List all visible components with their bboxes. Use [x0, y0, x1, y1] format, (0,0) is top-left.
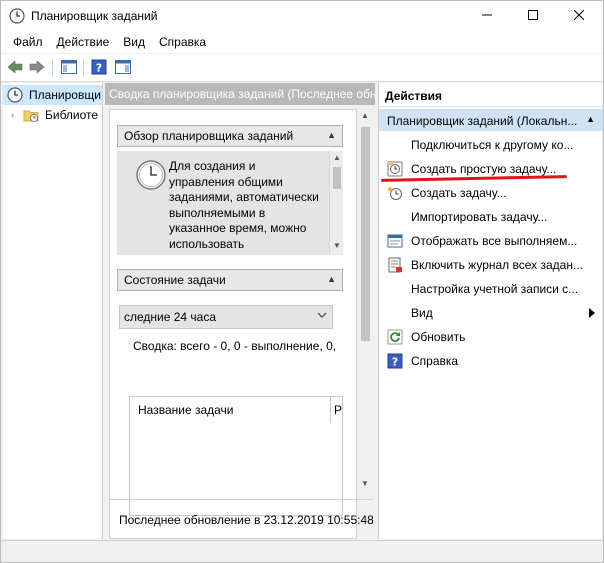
- window-title: Планировщик заданий: [31, 9, 158, 23]
- console-tree: Планировщи › Библиоте: [3, 83, 103, 539]
- actions-group-title: Планировщик заданий (Локальн...: [387, 114, 578, 128]
- scroll-thumb[interactable]: [361, 127, 370, 341]
- period-dropdown-value: следние 24 часа: [124, 310, 217, 324]
- action-connect-to-another-computer[interactable]: Подключиться к другому ко...: [379, 133, 603, 157]
- clock-icon: [135, 159, 167, 194]
- help-icon: ?: [91, 59, 107, 78]
- show-hide-console-tree-button[interactable]: [59, 58, 79, 78]
- action-help[interactable]: ? Справка: [379, 349, 603, 373]
- scroll-thumb[interactable]: [333, 167, 341, 189]
- tree-item-library[interactable]: › Библиоте: [3, 105, 98, 125]
- close-icon: [573, 9, 585, 23]
- scroll-down-icon[interactable]: ▼: [361, 479, 369, 488]
- minimize-icon: [482, 9, 492, 23]
- action-label: Создать задачу...: [411, 186, 507, 200]
- action-refresh[interactable]: Обновить: [379, 325, 603, 349]
- svg-text:?: ?: [392, 356, 398, 369]
- toolbar-separator: [83, 59, 84, 77]
- forward-button[interactable]: [27, 58, 47, 78]
- action-at-service-account-configuration[interactable]: Настройка учетной записи с...: [379, 277, 603, 301]
- last-refresh-label: Последнее обновление в 23.12.2019 10:55:…: [119, 513, 374, 527]
- back-button[interactable]: [5, 58, 25, 78]
- actions-pane-title: Действия: [379, 83, 603, 107]
- menu-bar: Файл Действие Вид Справка: [1, 31, 603, 53]
- task-status-section-header[interactable]: Состояние задачи ▲: [117, 269, 343, 291]
- close-button[interactable]: [556, 1, 602, 31]
- chevron-down-icon: [316, 309, 328, 324]
- menu-help[interactable]: Справка: [153, 35, 212, 49]
- action-view[interactable]: Вид: [379, 301, 603, 325]
- tree-item-task-scheduler[interactable]: Планировщи: [3, 85, 102, 105]
- folder-clock-icon: [23, 107, 39, 123]
- action-label: Включить журнал всех задан...: [411, 258, 583, 272]
- overview-description: Для создания и управления общими задания…: [169, 159, 319, 251]
- show-hide-action-pane-button[interactable]: [113, 58, 133, 78]
- actions-pane: Действия Планировщик заданий (Локальн...…: [378, 83, 603, 539]
- action-label: Отображать все выполняем...: [411, 234, 578, 248]
- action-create-task[interactable]: Создать задачу...: [379, 181, 603, 205]
- menu-file[interactable]: Файл: [7, 35, 49, 49]
- collapse-arrow-icon[interactable]: ▲: [327, 130, 336, 140]
- overview-box: Для создания и управления общими задания…: [117, 151, 343, 255]
- task-scheduler-window: Планировщик заданий Файл Действие Вид Сп…: [0, 0, 604, 563]
- summary-scrollbar[interactable]: ▲ ▼: [357, 109, 373, 493]
- chevron-right-icon[interactable]: ›: [11, 110, 21, 120]
- title-bar: Планировщик заданий: [1, 1, 603, 31]
- scroll-up-icon[interactable]: ▲: [333, 153, 341, 162]
- toolbar-separator: [52, 59, 53, 77]
- maximize-button[interactable]: [510, 1, 556, 31]
- minimize-button[interactable]: [464, 1, 510, 31]
- create-task-icon: [387, 185, 403, 201]
- action-display-running-tasks[interactable]: Отображать все выполняем...: [379, 229, 603, 253]
- show-hide-action-pane-icon: [115, 59, 131, 77]
- action-label: Настройка учетной записи с...: [411, 282, 579, 296]
- action-enable-all-tasks-history[interactable]: Включить журнал всех задан...: [379, 253, 603, 277]
- svg-text:?: ?: [96, 61, 102, 74]
- overview-scrollbar[interactable]: ▲ ▼: [329, 151, 343, 255]
- action-label: Импортировать задачу...: [411, 210, 548, 224]
- help-icon: ?: [387, 353, 403, 369]
- tree-item-label: Планировщи: [29, 88, 101, 102]
- column-separator[interactable]: [330, 397, 331, 423]
- action-label: Вид: [411, 306, 433, 320]
- action-label: Создать простую задачу...: [411, 162, 557, 176]
- action-label: Справка: [411, 354, 459, 368]
- refresh-icon: [387, 329, 403, 345]
- action-import-task[interactable]: Импортировать задачу...: [379, 205, 603, 229]
- collapse-arrow-icon[interactable]: ▲: [586, 114, 595, 124]
- clock-icon: [9, 8, 25, 24]
- actions-group-header[interactable]: Планировщик заданий (Локальн... ▲: [379, 109, 603, 131]
- create-basic-task-icon: [387, 161, 403, 177]
- menu-view[interactable]: Вид: [117, 35, 151, 49]
- task-table: Название задачи Р: [129, 396, 343, 516]
- submenu-arrow-icon: [589, 307, 595, 321]
- collapse-arrow-icon[interactable]: ▲: [327, 274, 336, 284]
- enable-history-icon: [387, 257, 403, 273]
- action-label: Подключиться к другому ко...: [411, 138, 574, 152]
- action-label: Обновить: [411, 330, 466, 344]
- column-header-result[interactable]: Р: [334, 403, 342, 417]
- maximize-icon: [528, 9, 538, 23]
- overview-section-title: Обзор планировщика заданий: [124, 129, 294, 143]
- overview-section-header[interactable]: Обзор планировщика заданий ▲: [117, 125, 343, 147]
- scroll-down-icon[interactable]: ▼: [333, 241, 341, 250]
- period-dropdown[interactable]: следние 24 часа: [119, 305, 333, 329]
- scroll-up-icon[interactable]: ▲: [361, 111, 369, 120]
- forward-arrow-icon: [29, 59, 45, 77]
- task-summary: Сводка: всего - 0, 0 - выполнение, 0,: [133, 339, 337, 353]
- status-bar: [1, 540, 603, 562]
- tree-item-label: Библиоте: [45, 108, 99, 122]
- clock-icon: [7, 87, 23, 103]
- task-status-section-title: Состояние задачи: [124, 273, 226, 287]
- back-arrow-icon: [7, 59, 23, 77]
- footer-divider: [109, 499, 373, 500]
- summary-pane: Сводка планировщика заданий (Последнее о…: [105, 83, 375, 539]
- help-button[interactable]: ?: [89, 58, 109, 78]
- column-header-task-name[interactable]: Название задачи: [138, 403, 234, 417]
- show-hide-console-tree-icon: [61, 59, 77, 77]
- running-tasks-icon: [387, 233, 403, 249]
- summary-pane-header: Сводка планировщика заданий (Последнее о…: [105, 83, 375, 105]
- toolbar: ?: [1, 54, 603, 82]
- menu-action[interactable]: Действие: [51, 35, 116, 49]
